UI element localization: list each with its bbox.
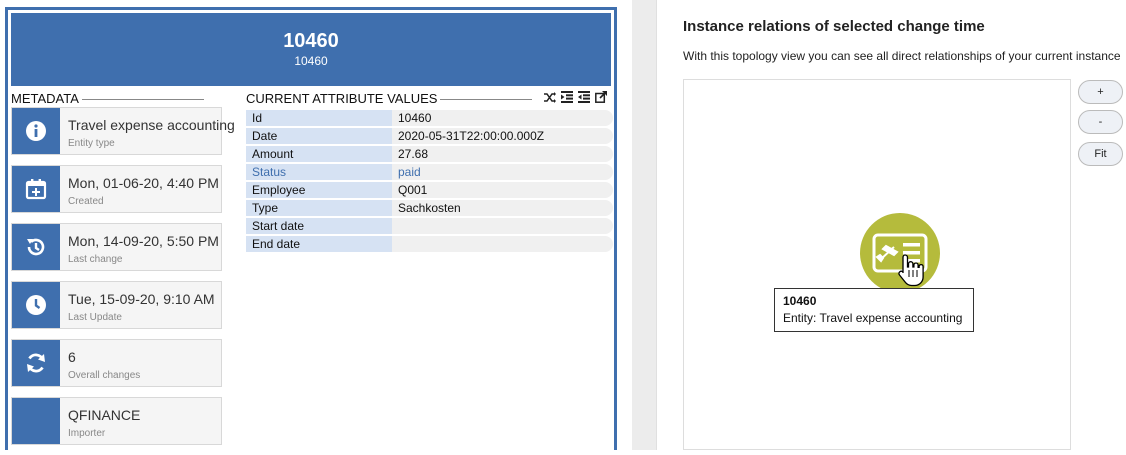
hand-cursor-icon [898, 254, 924, 287]
attribute-key: Amount [246, 146, 392, 162]
attribute-key: Date [246, 128, 392, 144]
metadata-card-last-change: Mon, 14-09-20, 5:50 PM Last change [11, 223, 222, 271]
entity-panel: 10460 10460 METADATA Travel expense acco… [5, 7, 617, 450]
metadata-card-overall-changes: 6 Overall changes [11, 339, 222, 387]
metadata-label: Entity type [68, 138, 115, 149]
table-row: Start date [246, 218, 613, 234]
zoom-out-button[interactable]: - [1078, 110, 1123, 134]
table-row: Status paid [246, 164, 613, 180]
metadata-card-entity-type: Travel expense accounting Entity type [11, 107, 235, 155]
relations-panel: Instance relations of selected change ti… [656, 0, 1126, 450]
metadata-value: Mon, 14-09-20, 5:50 PM [68, 233, 219, 249]
shuffle-icon[interactable] [543, 90, 556, 104]
external-link-icon[interactable] [594, 90, 607, 104]
metadata-value: QFINANCE [68, 407, 141, 423]
indent-icon[interactable] [560, 90, 573, 104]
metadata-card-created: Mon, 01-06-20, 4:40 PM Created [11, 165, 222, 213]
attribute-toolbar [543, 90, 613, 106]
metadata-card-last-update: Tue, 15-09-20, 9:10 AM Last Update [11, 281, 222, 329]
attribute-value: Q001 [392, 182, 613, 198]
node-tooltip: 10460 Entity: Travel expense accounting [774, 288, 974, 332]
table-row: Employee Q001 [246, 182, 613, 198]
attribute-value-link[interactable]: paid [392, 164, 613, 180]
panel-divider[interactable] [632, 0, 656, 450]
attribute-value: 10460 [392, 110, 613, 126]
table-row: Date 2020-05-31T22:00:00.000Z [246, 128, 613, 144]
clock-icon [12, 282, 60, 328]
importer-icon [12, 398, 60, 444]
relations-title: Instance relations of selected change ti… [683, 18, 985, 35]
tooltip-title: 10460 [783, 294, 817, 308]
fit-button[interactable]: Fit [1078, 142, 1123, 166]
attribute-value [392, 236, 613, 252]
metadata-heading: METADATA [11, 92, 214, 106]
metadata-label: Importer [68, 428, 106, 439]
metadata-label: Last change [68, 254, 123, 265]
attribute-value: Sachkosten [392, 200, 613, 216]
entity-subtitle: 10460 [294, 54, 328, 68]
attribute-key-link[interactable]: Status [246, 164, 392, 180]
attribute-value: 2020-05-31T22:00:00.000Z [392, 128, 613, 144]
attribute-key: Type [246, 200, 392, 216]
attribute-table: Id 10460 Date 2020-05-31T22:00:00.000Z Amo… [246, 110, 613, 254]
outdent-icon[interactable] [577, 90, 590, 104]
metadata-label: Last Update [68, 312, 122, 323]
relations-description: With this topology view you can see all … [683, 49, 1121, 63]
metadata-card-importer: QFINANCE Importer [11, 397, 222, 445]
attribute-key: Start date [246, 218, 392, 234]
history-icon [12, 224, 60, 270]
table-row: Type Sachkosten [246, 200, 613, 216]
topology-canvas[interactable]: 10460 Entity: Travel expense accounting [683, 79, 1071, 450]
entity-banner: 10460 10460 [11, 13, 611, 86]
metadata-label: Created [68, 196, 104, 207]
entity-title: 10460 [283, 30, 339, 52]
metadata-value: 6 [68, 349, 76, 365]
attribute-key: Employee [246, 182, 392, 198]
sync-icon [12, 340, 60, 386]
table-row: Id 10460 [246, 110, 613, 126]
metadata-value: Tue, 15-09-20, 9:10 AM [68, 291, 215, 307]
info-icon [12, 108, 60, 154]
calendar-plus-icon [12, 166, 60, 212]
tooltip-text: Entity: Travel expense accounting [783, 311, 963, 325]
zoom-in-button[interactable]: + [1078, 80, 1123, 104]
metadata-label: Overall changes [68, 370, 141, 381]
metadata-value: Travel expense accounting [68, 117, 235, 133]
attribute-key: End date [246, 236, 392, 252]
attribute-key: Id [246, 110, 392, 126]
table-row: End date [246, 236, 613, 252]
attribute-value: 27.68 [392, 146, 613, 162]
metadata-list: Travel expense accounting Entity type Mo… [11, 107, 235, 455]
attribute-value [392, 218, 613, 234]
metadata-value: Mon, 01-06-20, 4:40 PM [68, 175, 219, 191]
table-row: Amount 27.68 [246, 146, 613, 162]
